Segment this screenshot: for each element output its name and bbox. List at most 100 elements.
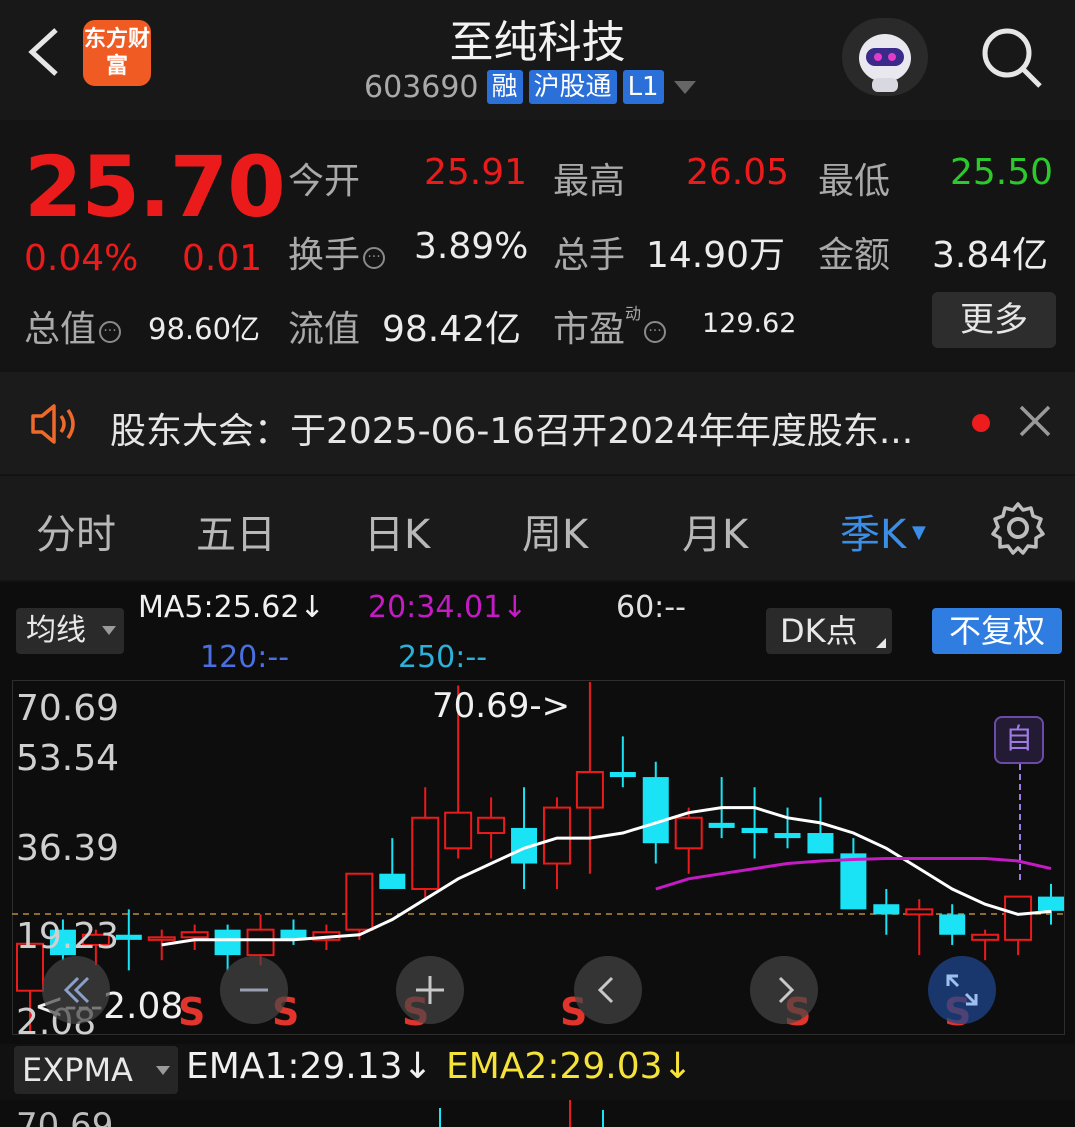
candle-body bbox=[873, 904, 900, 915]
candle-body bbox=[379, 873, 406, 889]
candle-body bbox=[939, 914, 966, 935]
info-icon[interactable]: ··· bbox=[99, 321, 122, 343]
tab-weekly-k[interactable]: 周K bbox=[522, 502, 588, 560]
badge-margin: 融 bbox=[486, 70, 523, 104]
scroll-right-button[interactable] bbox=[750, 956, 818, 1024]
high-label: 最高 bbox=[553, 161, 626, 202]
gear-icon[interactable] bbox=[990, 500, 1046, 556]
search-icon[interactable] bbox=[976, 22, 1046, 92]
tab-monthly-k[interactable]: 月K bbox=[682, 502, 748, 560]
ma5-line bbox=[161, 806, 1052, 947]
dk-point-select[interactable]: DK点 bbox=[766, 608, 892, 654]
period-tabs: 分时 五日 日K 周K 月K 季K ▼ bbox=[0, 476, 1075, 580]
float-label: 流值 bbox=[288, 309, 361, 350]
kline-chart[interactable] bbox=[12, 680, 1065, 1035]
chevron-down-icon[interactable] bbox=[673, 80, 696, 94]
change-percent: 0.04% bbox=[24, 238, 139, 279]
sell-signal: S bbox=[178, 990, 206, 1034]
candle-body bbox=[741, 827, 768, 834]
change-amount: 0.01 bbox=[182, 238, 263, 279]
scroll-left-button[interactable] bbox=[574, 956, 642, 1024]
candle-body bbox=[411, 816, 440, 890]
candle-body bbox=[1038, 896, 1064, 911]
turnover-label: 换手 ··· bbox=[288, 226, 386, 278]
ema2-legend: EMA2:29.03↓ bbox=[446, 1046, 693, 1087]
candle-body bbox=[840, 853, 867, 910]
candle-body bbox=[708, 822, 735, 828]
candle-body bbox=[115, 934, 142, 940]
scroll-left-fast-button[interactable] bbox=[42, 956, 110, 1024]
stock-code-row[interactable]: 603690 融 沪股通 L1 bbox=[364, 68, 696, 106]
candle-body bbox=[214, 929, 241, 956]
self-marker-line bbox=[1019, 764, 1021, 880]
robot-avatar[interactable] bbox=[842, 18, 928, 96]
candle-body bbox=[246, 928, 275, 957]
candle-body bbox=[807, 833, 834, 854]
quote-panel: 25.70 0.04% 0.01 今开 25.91 最高 26.05 最低 25… bbox=[0, 120, 1075, 370]
speaker-icon bbox=[31, 404, 75, 444]
zoom-out-button[interactable] bbox=[220, 956, 288, 1024]
float-value: 98.42亿 bbox=[382, 309, 522, 350]
candle-body bbox=[542, 806, 571, 865]
tab-quarterly-k[interactable]: 季K ▼ bbox=[840, 502, 926, 560]
candle-body bbox=[1004, 895, 1033, 941]
zoom-in-button[interactable] bbox=[396, 956, 464, 1024]
indicator-candles bbox=[439, 1100, 604, 1127]
ema1-legend: EMA1:29.13↓ bbox=[186, 1046, 433, 1087]
y-tick-label: 19.23 bbox=[16, 916, 120, 957]
low-label: 最低 bbox=[818, 161, 891, 202]
low-value: 25.50 bbox=[950, 152, 1054, 193]
tab-daily-k[interactable]: 日K bbox=[364, 502, 430, 560]
candle-body bbox=[477, 816, 506, 835]
candle-body bbox=[774, 833, 801, 839]
info-icon[interactable]: ··· bbox=[363, 247, 386, 269]
volume-label: 总手 bbox=[553, 235, 626, 276]
close-icon[interactable] bbox=[1018, 404, 1052, 438]
candle-body bbox=[905, 908, 934, 916]
fullscreen-button[interactable] bbox=[928, 956, 996, 1024]
volume-value: 14.90万 bbox=[646, 235, 786, 276]
self-select-marker[interactable]: 自 bbox=[994, 716, 1044, 764]
mktcap-label: 总值 ··· bbox=[24, 300, 122, 352]
ma120-legend: 120:-- bbox=[200, 640, 290, 675]
high-value: 26.05 bbox=[686, 152, 790, 193]
more-button[interactable]: 更多 bbox=[932, 292, 1056, 348]
indicator-select[interactable]: EXPMA bbox=[14, 1046, 178, 1094]
ma5-legend: MA5:25.62↓ bbox=[138, 590, 325, 625]
candle-body bbox=[609, 771, 636, 778]
candle-body bbox=[575, 770, 604, 809]
top-bar: 东方财富 至纯科技 603690 融 沪股通 L1 bbox=[0, 0, 1075, 120]
info-icon[interactable]: ··· bbox=[644, 321, 667, 343]
open-value: 25.91 bbox=[424, 152, 528, 193]
badge-level: L1 bbox=[622, 70, 664, 104]
tab-intraday[interactable]: 分时 bbox=[36, 502, 116, 560]
adjust-button[interactable]: 不复权 bbox=[932, 608, 1062, 654]
announcement-bar[interactable]: 股东大会：于2025-06-16召开2024年年度股东... bbox=[0, 372, 1075, 474]
ma60-legend: 60:-- bbox=[616, 590, 686, 625]
candle-body bbox=[180, 931, 209, 939]
y-tick-label: 36.39 bbox=[16, 828, 120, 869]
badge-connect: 沪股通 bbox=[528, 70, 617, 104]
stock-code: 603690 bbox=[364, 69, 479, 105]
candle-body bbox=[147, 936, 176, 941]
tab-five-day[interactable]: 五日 bbox=[196, 502, 276, 560]
last-price: 25.70 bbox=[24, 138, 286, 236]
announcement-text: 股东大会：于2025-06-16召开2024年年度股东... bbox=[110, 411, 914, 452]
unread-dot bbox=[972, 414, 990, 432]
turnover-value: 3.89% bbox=[414, 226, 529, 267]
pe-value: 129.62 bbox=[702, 308, 797, 339]
open-label: 今开 bbox=[288, 161, 361, 202]
candle-body bbox=[971, 933, 1000, 941]
ma20-legend: 20:34.01↓ bbox=[368, 590, 528, 625]
y-tick-label: 53.54 bbox=[16, 738, 120, 779]
candle-body bbox=[345, 872, 374, 931]
ma-select[interactable]: 均线 bbox=[16, 608, 124, 654]
ma250-legend: 250:-- bbox=[398, 640, 488, 675]
candle-body bbox=[642, 777, 669, 844]
amount-label: 金额 bbox=[818, 235, 891, 276]
pe-label: 市盈动··· bbox=[553, 300, 667, 352]
candle-body bbox=[674, 816, 703, 850]
y-tick-label: 70.69 bbox=[16, 688, 120, 729]
mktcap-value: 98.60亿 bbox=[148, 312, 261, 346]
indicator-chart[interactable]: 70.69 bbox=[0, 1100, 1075, 1127]
